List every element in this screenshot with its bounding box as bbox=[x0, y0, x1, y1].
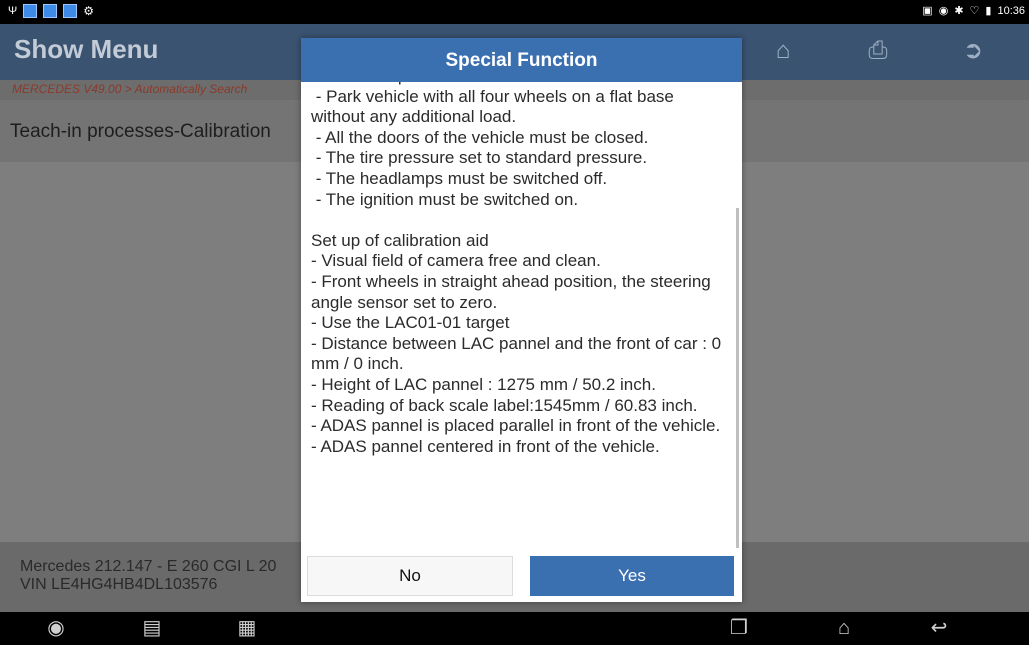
special-function-dialog: Special Function - Vehicle is placed on … bbox=[301, 38, 742, 602]
gallery-icon[interactable]: ▤ bbox=[138, 616, 166, 640]
dialog-message: - Vehicle is placed on a level surface. … bbox=[311, 82, 722, 456]
home-nav-icon[interactable]: ⌂ bbox=[830, 616, 858, 640]
status-time: 10:36 bbox=[997, 4, 1025, 17]
recent-apps-icon[interactable]: ❐ bbox=[725, 616, 753, 640]
dialog-buttons: No Yes bbox=[301, 552, 742, 602]
bluetooth-icon: ✱ bbox=[954, 5, 964, 17]
screenshot-icon: ▣ bbox=[922, 5, 933, 17]
dialog-body[interactable]: - Vehicle is placed on a level surface. … bbox=[301, 82, 742, 546]
status-bar: Ψ ⚙ ▣ ◉ ✱ ♡ ▮ 10:36 bbox=[0, 0, 1029, 24]
status-left-icons: Ψ ⚙ bbox=[8, 4, 94, 18]
yes-button[interactable]: Yes bbox=[530, 556, 734, 596]
vci-icon[interactable]: ▦ bbox=[233, 616, 261, 640]
exit-icon[interactable]: ➲ bbox=[958, 36, 988, 66]
notification-icon bbox=[23, 4, 38, 18]
dialog-title: Special Function bbox=[445, 50, 598, 71]
usb-icon: Ψ bbox=[8, 5, 18, 17]
section-title: Teach-in processes-Calibration bbox=[10, 121, 271, 142]
dialog-scrollbar[interactable] bbox=[736, 208, 739, 548]
home-icon[interactable]: ⌂ bbox=[768, 36, 798, 66]
back-icon[interactable]: ↩ bbox=[925, 616, 953, 640]
location-icon: ◉ bbox=[938, 5, 949, 17]
breadcrumb-text: MERCEDES V49.00 > Automatically Search bbox=[12, 82, 248, 96]
print-icon[interactable]: ⎙ bbox=[863, 36, 893, 66]
status-right: ▣ ◉ ✱ ♡ ▮ 10:36 bbox=[922, 4, 1025, 18]
notification-icon bbox=[43, 4, 58, 18]
notification-icon bbox=[63, 4, 78, 18]
settings-icon: ⚙ bbox=[83, 4, 94, 18]
chrome-icon[interactable]: ◉ bbox=[42, 616, 70, 640]
vehicle-vin: VIN LE4HG4HB4DL103576 bbox=[20, 576, 218, 593]
page-title: Show Menu bbox=[14, 34, 159, 64]
wifi-icon: ♡ bbox=[969, 5, 980, 17]
vehicle-model: Mercedes 212.147 - E 260 CGI L 20 bbox=[20, 558, 277, 575]
system-nav-bar: ◉ ▤ ▦ ❐ ⌂ ↩ bbox=[0, 612, 1029, 645]
dialog-header: Special Function bbox=[301, 38, 742, 82]
battery-icon: ▮ bbox=[985, 5, 992, 17]
no-button[interactable]: No bbox=[307, 556, 513, 596]
